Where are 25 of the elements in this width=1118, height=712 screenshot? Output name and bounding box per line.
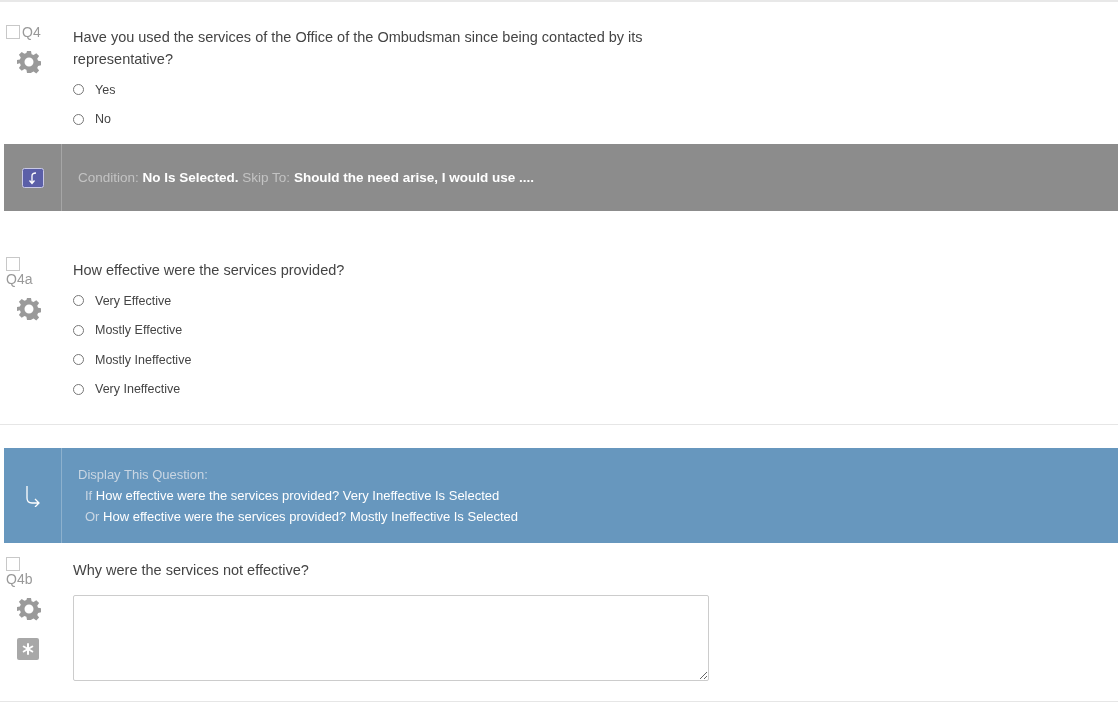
skip-icon[interactable] bbox=[21, 167, 44, 188]
required-icon[interactable] bbox=[17, 638, 39, 660]
display-condition: Or How effective were the services provided? Mostly Ineffective Is Selected bbox=[84, 509, 519, 524]
settings-icon[interactable] bbox=[17, 597, 41, 621]
display-condition: If How effective were the services provided? Very Ineffective Is Selected bbox=[84, 488, 500, 503]
choice-label[interactable]: Yes bbox=[95, 82, 116, 97]
question-number: Q4a bbox=[6, 271, 33, 287]
question-checkbox[interactable] bbox=[6, 557, 20, 571]
choice-label[interactable]: Very Effective bbox=[95, 293, 172, 308]
choice-label[interactable]: No bbox=[95, 112, 111, 127]
question-text: Have you used the services of the Office of the Ombudsman since being contacted by its representative? bbox=[73, 28, 644, 69]
question-number: Q4b bbox=[6, 571, 33, 587]
choice-label[interactable]: Mostly Effective bbox=[95, 323, 183, 338]
question-checkbox[interactable] bbox=[6, 257, 20, 271]
question-checkbox[interactable] bbox=[6, 25, 20, 39]
question-number: Q4 bbox=[22, 24, 41, 40]
question-text: Why were the services not effective? bbox=[73, 561, 310, 580]
settings-icon[interactable] bbox=[17, 50, 41, 74]
choice-label[interactable]: Very Ineffective bbox=[95, 382, 181, 397]
choice-label[interactable]: Mostly Ineffective bbox=[95, 352, 192, 367]
answer-box[interactable] bbox=[73, 595, 709, 681]
question-text: How effective were the services provided? bbox=[73, 261, 346, 280]
display-title: Display This Question: bbox=[78, 467, 208, 482]
arrow-icon bbox=[24, 484, 41, 507]
settings-icon[interactable] bbox=[17, 297, 41, 321]
